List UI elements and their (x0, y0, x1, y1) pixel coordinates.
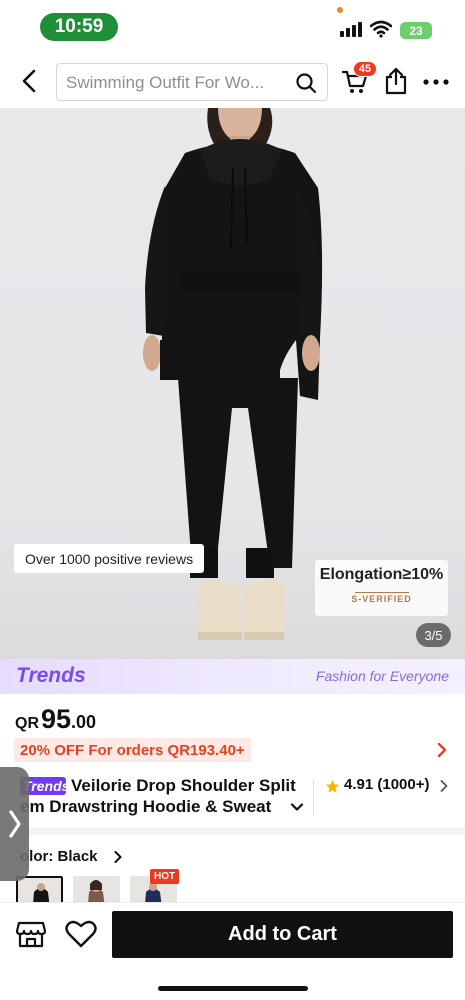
star-icon (325, 779, 340, 793)
section-separator (0, 827, 465, 835)
title-divider (313, 778, 314, 816)
bottom-action-bar: Add to Cart (0, 903, 465, 1000)
promo-chip: 20% OFF For orders QR193.40+ (14, 738, 251, 762)
price-integer: 95 (41, 704, 72, 734)
trends-banner[interactable]: Trends Fashion for Everyone (0, 659, 465, 694)
side-drawer-tab[interactable] (0, 767, 29, 881)
positive-reviews-badge: Over 1000 positive reviews (14, 544, 205, 573)
elongation-badge: Elongation≥10% S-VERIFIED (315, 560, 448, 616)
home-indicator (158, 986, 308, 991)
rating-value[interactable]: 4.91 (1000+) (344, 776, 429, 793)
privacy-indicator-dot (337, 7, 343, 13)
chevron-right-icon[interactable] (114, 851, 122, 863)
back-arrow-icon[interactable] (16, 67, 44, 95)
expand-title-icon[interactable] (291, 803, 303, 812)
store-icon[interactable] (16, 919, 46, 949)
search-header: Swimming Outfit For Wo... 45 (0, 55, 465, 107)
price-decimal: .00 (71, 712, 97, 732)
trends-logo: Trends (16, 664, 86, 687)
chevron-right-icon[interactable] (440, 780, 448, 792)
add-to-cart-button[interactable]: Add to Cart (112, 911, 453, 958)
product-price: QR 95 .00 (15, 704, 96, 735)
elongation-title: Elongation≥10% (319, 566, 444, 583)
battery-indicator: 23 (400, 22, 432, 39)
heart-icon[interactable] (65, 920, 97, 948)
price-currency: QR (15, 715, 39, 732)
wifi-icon (370, 20, 392, 38)
product-title-line1[interactable]: Veilorie Drop Shoulder Split (71, 776, 296, 796)
gallery-page-counter: 3/5 (416, 623, 451, 647)
trends-tagline: Fashion for Everyone (315, 668, 449, 684)
elongation-divider (355, 592, 409, 593)
chevron-right-icon (8, 810, 21, 838)
hot-badge: HOT (150, 869, 180, 884)
cart-count-badge: 45 (353, 61, 377, 77)
share-icon[interactable] (384, 67, 408, 95)
product-title-area: Trends Veilorie Drop Shoulder Split em D… (0, 774, 465, 824)
elongation-verified: S-VERIFIED (351, 594, 412, 604)
status-bar: 10:59 23 (0, 0, 465, 52)
product-image-gallery[interactable]: Over 1000 positive reviews Elongation≥10… (0, 108, 465, 661)
search-input[interactable]: Swimming Outfit For Wo... (56, 63, 328, 101)
chevron-right-icon (437, 743, 447, 757)
battery-level: 23 (409, 23, 423, 38)
product-title-line2[interactable]: em Drawstring Hoodie & Sweat (20, 797, 288, 817)
cellular-signal-icon (340, 22, 362, 37)
promo-row[interactable]: 20% OFF For orders QR193.40+ (0, 738, 465, 764)
status-time: 10:59 (40, 13, 118, 41)
color-label[interactable]: olor: Black (20, 848, 98, 865)
more-options-icon[interactable] (423, 79, 449, 85)
search-placeholder: Swimming Outfit For Wo... (66, 73, 265, 92)
search-icon[interactable] (295, 72, 317, 94)
